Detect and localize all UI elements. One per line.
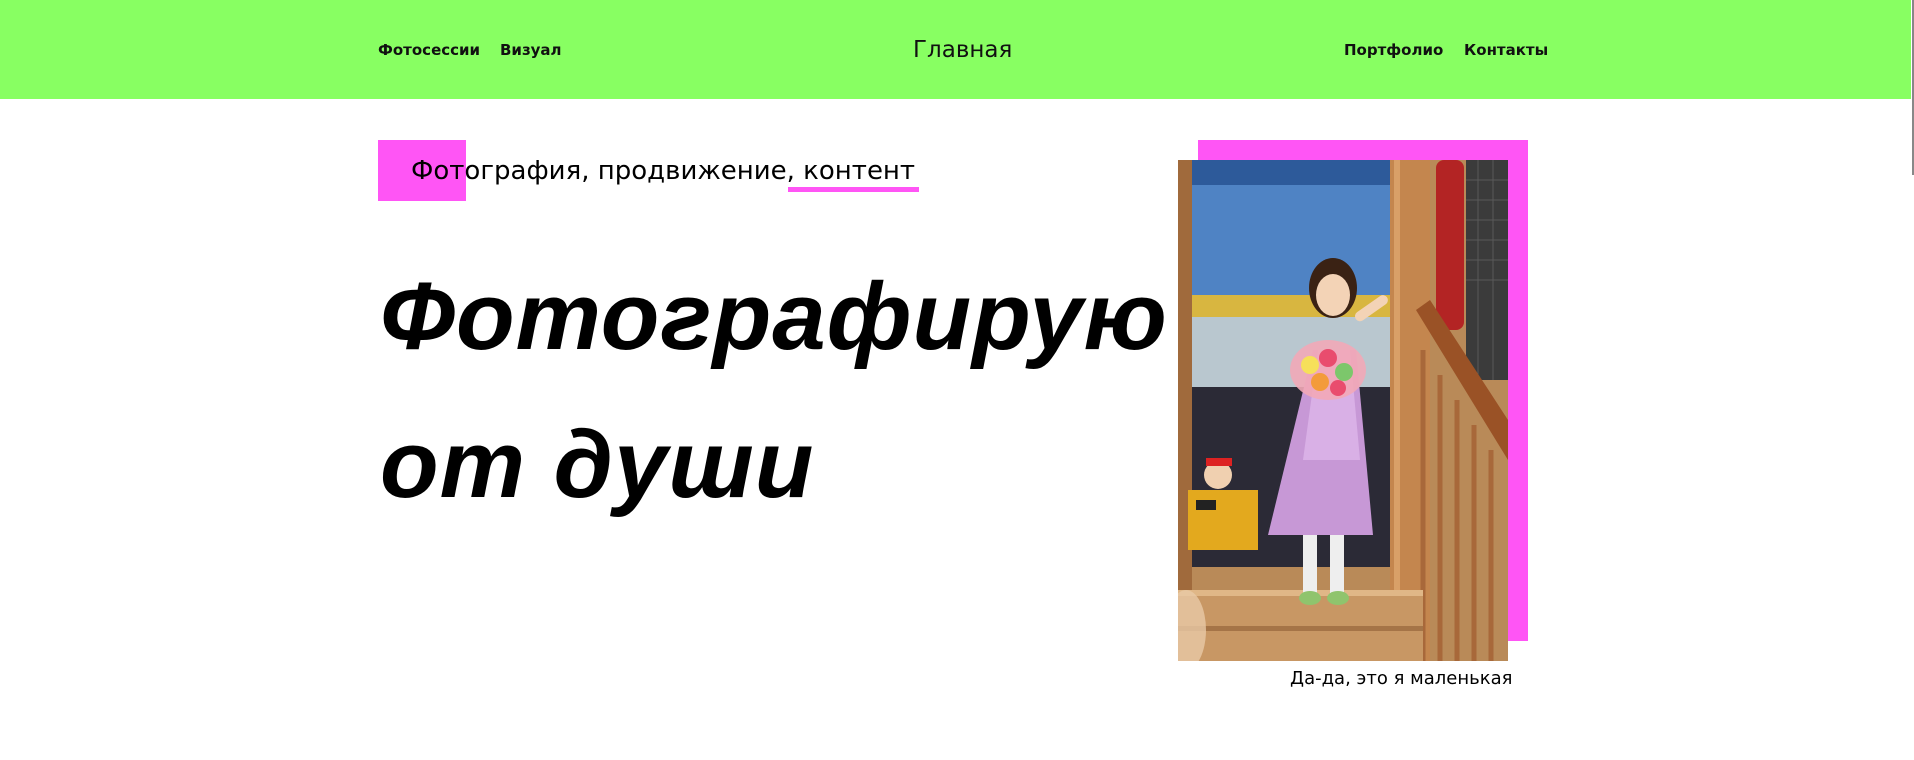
nav-link-visual[interactable]: Визуал (500, 41, 562, 59)
headline-line-2: от души (380, 411, 815, 518)
site-header: Фотосессии Визуал Главная Портфолио Конт… (0, 0, 1914, 99)
childhood-photo (1178, 160, 1508, 661)
nav-link-photosessions[interactable]: Фотосессии (378, 41, 480, 59)
hero-headline: Фотографирую от души (380, 243, 1168, 539)
nav-link-home[interactable]: Главная (913, 36, 1012, 64)
nav-link-portfolio[interactable]: Портфолио (1344, 41, 1443, 59)
headline-line-1: Фотографирую (380, 263, 1168, 370)
hero-tagline: Фотография, продвижение, контент (411, 156, 916, 186)
tagline-accent-underline (788, 187, 919, 192)
nav-link-contacts[interactable]: Контакты (1464, 41, 1548, 59)
photo-caption: Да-да, это я маленькая (1290, 668, 1513, 689)
